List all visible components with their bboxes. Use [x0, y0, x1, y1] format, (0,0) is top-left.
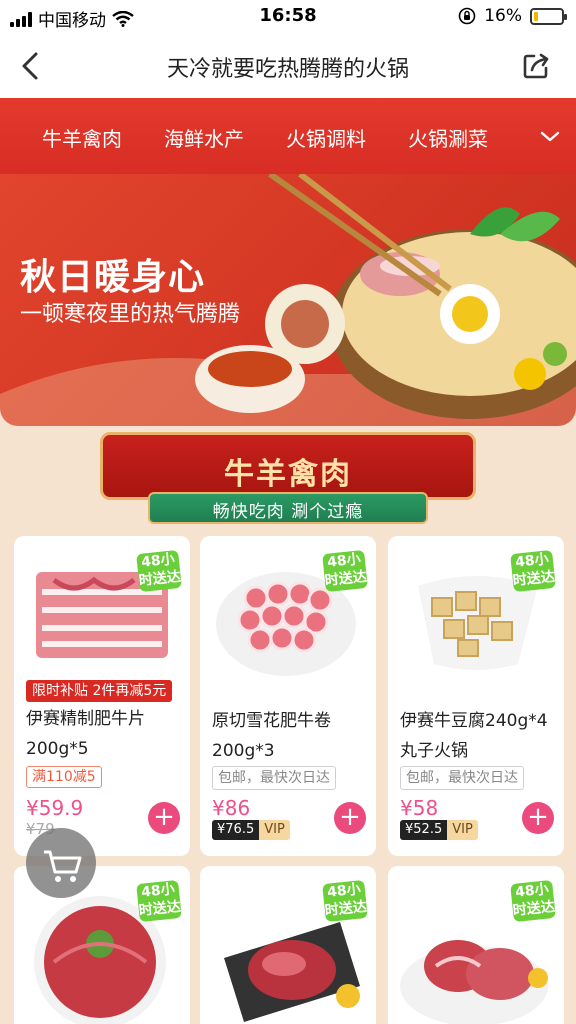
product-card[interactable]: 48小时送达 限时补贴 2件再减5元 伊赛精制肥牛片200g*5 满110减5 … — [14, 536, 190, 856]
add-to-cart-button[interactable]: + — [334, 802, 366, 834]
delivery-48h-badge: 48小时送达 — [322, 879, 368, 923]
section-subtitle: 畅快吃肉 涮个过瘾 — [212, 502, 364, 522]
battery-icon — [530, 7, 567, 25]
cart-icon — [44, 850, 82, 882]
delivery-48h-badge: 48小时送达 — [322, 549, 368, 593]
coupon-tag: 满110减5 — [26, 766, 102, 788]
status-bar: 中国移动 16:58 16% — [0, 0, 576, 34]
product-grid: 48小时送达 限时补贴 2件再减5元 伊赛精制肥牛片200g*5 满110减5 … — [0, 534, 576, 1024]
category-tabs: 牛羊禽肉 海鲜水产 火锅调料 火锅涮菜 — [0, 98, 576, 174]
floating-cart-button[interactable] — [26, 828, 96, 898]
product-card[interactable]: 48小时送达 — [200, 866, 376, 1024]
orientation-lock-icon — [458, 7, 476, 25]
product-name: 伊赛精制肥牛片200g*5 — [26, 709, 145, 759]
tab-meat-poultry[interactable]: 牛羊禽肉 — [42, 123, 122, 152]
tab-hotpot-vegetables[interactable]: 火锅涮菜 — [408, 123, 488, 152]
add-to-cart-button[interactable]: + — [148, 802, 180, 834]
product-price: ¥59.9 — [26, 796, 84, 820]
share-icon[interactable] — [520, 50, 552, 82]
vip-label: VIP — [259, 820, 290, 840]
product-price: ¥86 — [212, 796, 251, 820]
delivery-48h-badge: 48小时送达 — [136, 549, 182, 593]
product-name: 原切雪花肥牛卷200g*3 — [212, 711, 331, 761]
promo-tag: 限时补贴 2件再减5元 — [26, 680, 173, 702]
status-right: 16% — [458, 6, 567, 26]
chevron-down-icon[interactable] — [538, 124, 562, 148]
delivery-48h-badge: 48小时送达 — [510, 549, 556, 593]
product-card[interactable]: 48小时送达 原切雪花肥牛卷200g*3 包邮，最快次日达 ¥86 ¥76.5 … — [200, 536, 376, 856]
page-title: 天冷就要吃热腾腾的火锅 — [166, 57, 409, 82]
section-title: 牛羊禽肉 — [224, 457, 352, 492]
vip-price-tag: ¥52.5 VIP — [400, 820, 478, 840]
vip-price: ¥52.5 — [400, 820, 448, 840]
shipping-tag: 包邮，最快次日达 — [212, 766, 336, 790]
shipping-tag: 包邮，最快次日达 — [400, 766, 524, 790]
banner-headline: 秋日暖身心 — [20, 257, 206, 298]
product-price: ¥58 — [400, 796, 439, 820]
vip-label: VIP — [447, 820, 478, 840]
battery-level — [534, 11, 539, 21]
delivery-48h-badge: 48小时送达 — [136, 879, 182, 923]
delivery-48h-badge: 48小时送达 — [510, 879, 556, 923]
chevron-left-icon[interactable] — [14, 48, 50, 84]
banner-subline: 一顿寒夜里的热气腾腾 — [20, 302, 241, 327]
tab-seafood[interactable]: 海鲜水产 — [164, 123, 244, 152]
battery-percent: 16% — [484, 6, 522, 26]
add-to-cart-button[interactable]: + — [522, 802, 554, 834]
nav-bar: 天冷就要吃热腾腾的火锅 — [0, 34, 576, 98]
vip-price: ¥76.5 — [212, 820, 260, 840]
tab-hotpot-seasoning[interactable]: 火锅调料 — [286, 123, 366, 152]
product-name: 伊赛牛豆腐240g*4丸子火锅 — [400, 711, 548, 761]
product-card[interactable]: 48小时送达 伊赛牛豆腐240g*4丸子火锅 包邮，最快次日达 ¥58 ¥52.… — [388, 536, 564, 856]
promo-banner[interactable]: 秋日暖身心 一顿寒夜里的热气腾腾 — [0, 174, 576, 426]
product-card[interactable]: 48小时送达 — [388, 866, 564, 1024]
vip-price-tag: ¥76.5 VIP — [212, 820, 290, 840]
